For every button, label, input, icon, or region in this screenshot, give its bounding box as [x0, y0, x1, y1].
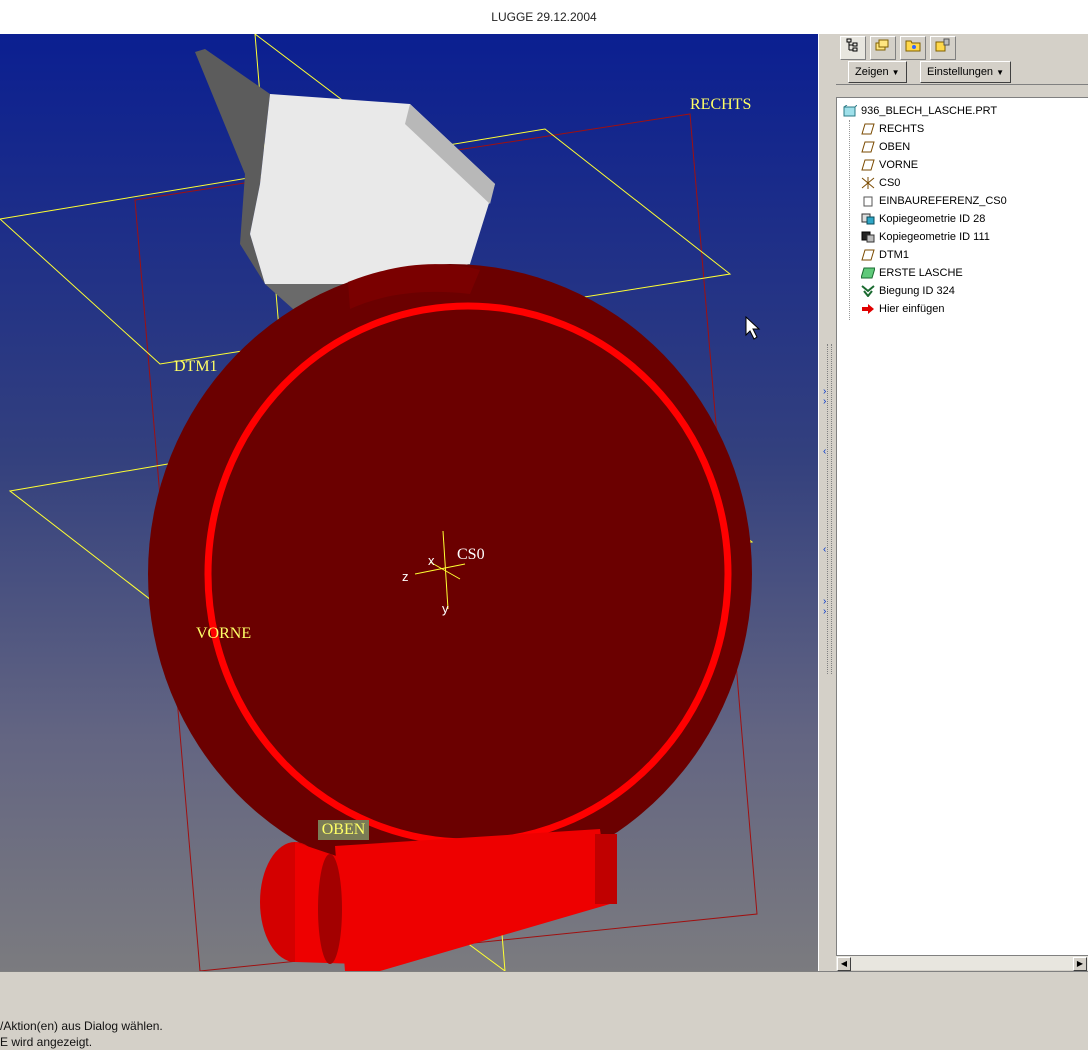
panel-separator	[836, 84, 1088, 98]
favorites-icon[interactable]	[930, 36, 956, 60]
collapse-left-icon[interactable]: ‹	[823, 446, 826, 457]
coordinate-system-icon	[861, 177, 875, 190]
navigator-menus: Zeigen ▼ Einstellungen ▼	[836, 60, 1088, 84]
show-menu-button[interactable]: Zeigen ▼	[848, 61, 907, 83]
panel-splitter[interactable]: › › ‹ ‹ › ›	[818, 34, 837, 971]
scroll-right-icon[interactable]: ▶	[1073, 957, 1087, 971]
model-viewport[interactable]: x z y RECHTS DTM1 VORNE CS0 OBEN	[0, 34, 818, 971]
collapse-left-icon[interactable]: ‹	[823, 544, 826, 555]
tree-item-einbaureferenz[interactable]: EINBAUREFERENZ_CS0	[861, 192, 1007, 210]
tree-item-label: VORNE	[879, 159, 919, 171]
tree-item-label: OBEN	[879, 141, 911, 153]
bend-icon	[861, 285, 875, 298]
message-area: /Aktion(en) aus Dialog wählen. E wird an…	[0, 971, 1088, 1050]
tree-item-oben[interactable]: OBEN	[861, 138, 910, 156]
tree-item-insert-here[interactable]: Hier einfügen	[861, 300, 944, 318]
tree-item-label: CS0	[879, 177, 901, 189]
status-message-2: E wird angezeigt.	[0, 1035, 93, 1049]
label-cs0: CS0	[457, 546, 485, 563]
folder-icon[interactable]	[900, 36, 926, 60]
model-graphics[interactable]: x z y RECHTS DTM1 VORNE CS0	[0, 34, 818, 971]
settings-menu-label: Einstellungen	[927, 66, 994, 78]
navigator-tabs	[836, 34, 1088, 60]
tree-item-label: Kopiegeometrie ID 28	[879, 213, 986, 225]
tree-item-label: Biegung ID 324	[879, 285, 955, 297]
tree-root-label: 936_BLECH_LASCHE.PRT	[861, 105, 998, 117]
datum-plane-icon	[861, 123, 875, 135]
tree-item-biegung-324[interactable]: Biegung ID 324	[861, 282, 955, 300]
label-rechts: RECHTS	[690, 96, 751, 113]
tree-horizontal-scrollbar[interactable]: ◀ ▶	[836, 955, 1088, 971]
part-icon	[843, 104, 858, 117]
datum-plane-icon	[861, 159, 875, 171]
datum-plane-icon	[861, 249, 875, 261]
show-menu-label: Zeigen	[855, 66, 889, 78]
label-vorne: VORNE	[196, 625, 251, 642]
scroll-left-icon[interactable]: ◀	[837, 957, 851, 971]
model-tree-icon[interactable]	[840, 36, 866, 60]
expand-right-icon[interactable]: ›	[823, 396, 826, 407]
tree-item-label: RECHTS	[879, 123, 925, 135]
tree-item-kopiegeometrie-28[interactable]: Kopiegeometrie ID 28	[861, 210, 985, 228]
mouse-cursor	[745, 315, 761, 340]
copy-geometry-icon	[861, 231, 875, 243]
axis-z-label: z	[402, 569, 409, 584]
tree-item-label: Kopiegeometrie ID 111	[879, 231, 990, 243]
tree-item-label: Hier einfügen	[879, 303, 945, 315]
navigator-panel: Zeigen ▼ Einstellungen ▼ 936_BLECH_LASCHE.…	[836, 34, 1088, 971]
insert-here-icon	[861, 303, 875, 315]
dropdown-caret-icon: ▼	[996, 68, 1004, 77]
label-dtm1: DTM1	[174, 358, 218, 375]
tree-item-vorne[interactable]: VORNE	[861, 156, 918, 174]
dropdown-caret-icon: ▼	[891, 68, 900, 77]
model-tree[interactable]: 936_BLECH_LASCHE.PRT RECHTS OBEN VORNE C…	[836, 97, 1088, 956]
reference-icon	[861, 195, 875, 207]
tree-item-cs0[interactable]: CS0	[861, 174, 900, 192]
copy-geometry-icon	[861, 213, 875, 225]
sheetmetal-wall-icon	[860, 267, 876, 279]
tree-item-erste-lasche[interactable]: ERSTE LASCHE	[860, 264, 963, 282]
layers-icon[interactable]	[870, 36, 896, 60]
label-oben: OBEN	[318, 820, 369, 840]
clamp-base[interactable]	[260, 829, 617, 971]
axis-x-label: x	[428, 553, 435, 568]
window-title: LUGGE 29.12.2004	[0, 0, 1088, 34]
datum-plane-icon	[861, 141, 875, 153]
tree-item-rechts[interactable]: RECHTS	[861, 120, 924, 138]
splitter-grip[interactable]	[827, 344, 832, 674]
axis-y-label: y	[442, 601, 449, 616]
tree-item-kopiegeometrie-111[interactable]: Kopiegeometrie ID 111	[861, 228, 990, 246]
settings-menu-button[interactable]: Einstellungen ▼	[920, 61, 1011, 83]
status-message-1: /Aktion(en) aus Dialog wählen.	[0, 1019, 163, 1033]
expand-right-icon[interactable]: ›	[823, 606, 826, 617]
tree-item-label: DTM1	[879, 249, 909, 261]
tree-item-label: ERSTE LASCHE	[879, 267, 963, 279]
tree-item-label: EINBAUREFERENZ_CS0	[879, 195, 1007, 207]
tree-item-dtm1[interactable]: DTM1	[861, 246, 909, 264]
tree-root-part[interactable]: 936_BLECH_LASCHE.PRT	[843, 102, 997, 120]
